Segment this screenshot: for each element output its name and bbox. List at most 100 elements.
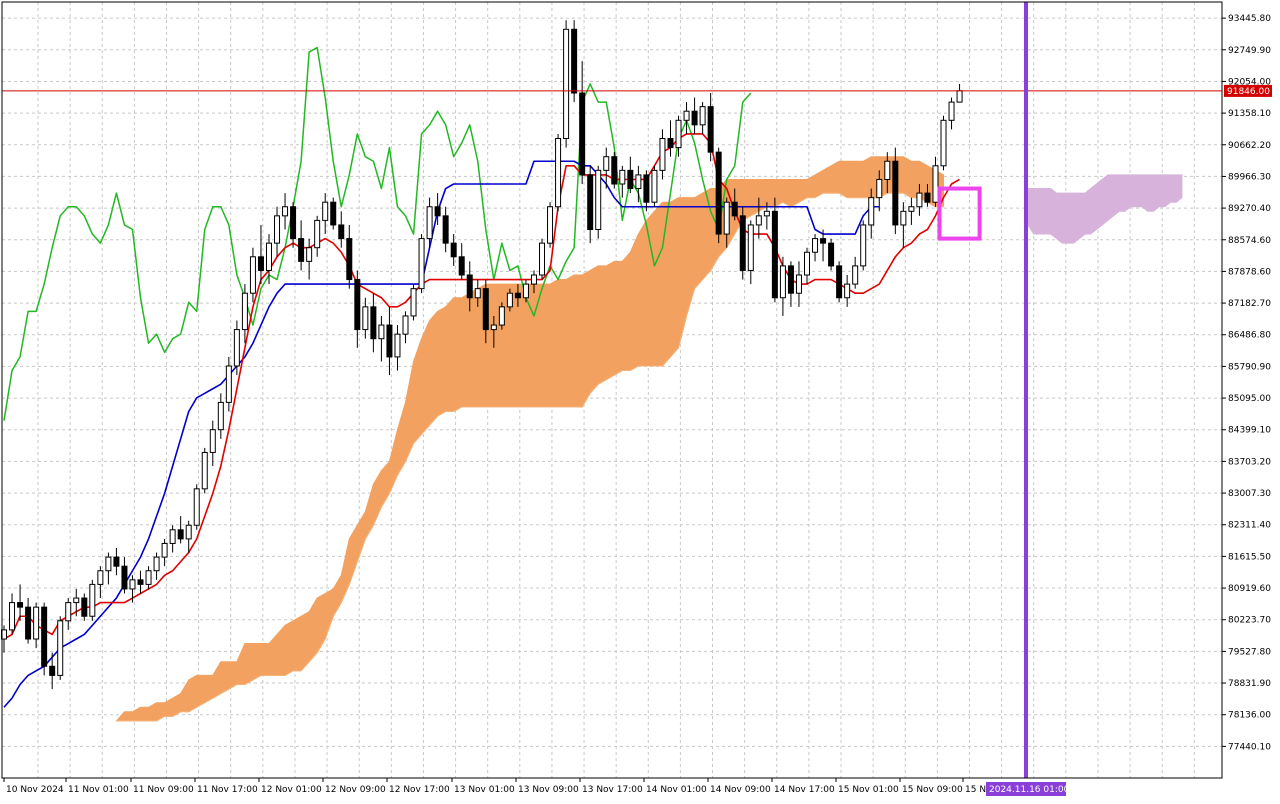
y-tick-label: 92749.90 <box>1228 46 1271 56</box>
candle-bull <box>948 101 955 121</box>
candle-bear <box>257 256 264 271</box>
candle-bull <box>274 215 281 244</box>
y-tick-label: 80223.70 <box>1228 616 1271 626</box>
y-tick-label: 83007.30 <box>1228 489 1271 499</box>
ichimoku-chart[interactable]: 93445.80 92749.90 92054.00 91358.10 90662.20… <box>0 0 1280 800</box>
candle-bull <box>394 333 401 358</box>
candle-bull <box>844 283 851 299</box>
current-price-tag: 91846.00 <box>1224 84 1272 97</box>
candle-bull <box>362 306 369 331</box>
cursor-time-tag: 2024.11.16 01:00 <box>986 782 1070 796</box>
candle-bear <box>442 215 449 244</box>
candle-bull <box>522 283 529 299</box>
candle-bear <box>346 238 353 281</box>
current-price-label: 91846.00 <box>1227 87 1270 97</box>
candle-bull <box>185 524 192 540</box>
x-tick-label: 13 Nov 09:00 <box>518 785 579 795</box>
candle-bull <box>89 583 96 617</box>
candle-bear <box>836 265 843 299</box>
candle-bull <box>747 224 754 271</box>
candle-bear <box>587 174 594 230</box>
candle-bear <box>17 602 24 608</box>
candle-bull <box>852 265 859 285</box>
candle-bear <box>386 324 393 358</box>
candle-bull <box>723 201 730 235</box>
candle-bull <box>490 324 497 331</box>
candle-bull <box>217 401 224 431</box>
candle-bull <box>916 192 923 208</box>
candle-bear <box>731 201 738 217</box>
candle-bear <box>370 306 377 340</box>
candle-bear <box>579 92 586 176</box>
candle-bear <box>290 206 297 240</box>
candle-bear <box>667 137 674 149</box>
x-tick-label: 11 Nov 17:00 <box>197 785 258 795</box>
candle-bull <box>33 606 40 640</box>
candle-bull <box>683 110 690 121</box>
x-tick-label: 14 Nov 09:00 <box>710 785 771 795</box>
candle-bull <box>812 238 819 253</box>
x-tick-label: 11 Nov 01:00 <box>68 785 129 795</box>
candle-bull <box>876 178 883 199</box>
x-tick-label: 10 Nov 2024 <box>6 785 64 795</box>
candle-bull <box>73 597 80 604</box>
candle-bear <box>41 606 48 667</box>
candle-bull <box>932 165 939 203</box>
y-tick-label: 87182.70 <box>1228 299 1271 309</box>
y-tick-label: 89270.40 <box>1228 204 1271 214</box>
candle-bear <box>715 151 722 235</box>
candle-bull <box>57 620 64 676</box>
candle-bull <box>940 119 947 167</box>
candle-bull <box>603 156 610 171</box>
chart-canvas[interactable]: 93445.8092749.9092054.0091358.1090662.20… <box>0 0 1280 800</box>
x-tick-label: 15 Nov 09:00 <box>902 785 963 795</box>
candle-bull <box>498 306 505 326</box>
candle-bear <box>81 597 88 617</box>
candle-bull <box>249 256 256 294</box>
candle-bear <box>771 210 778 299</box>
y-tick-label: 85790.90 <box>1228 362 1271 372</box>
candle-bear <box>330 201 337 226</box>
candle-bull <box>418 238 425 290</box>
candle-bull <box>555 137 562 208</box>
y-tick-label: 84399.10 <box>1228 426 1271 436</box>
candle-bull <box>651 169 658 203</box>
candle-bull <box>9 602 16 631</box>
y-tick-label: 77440.10 <box>1228 742 1271 752</box>
y-tick-label: 88574.60 <box>1228 236 1271 246</box>
candle-bull <box>129 579 136 590</box>
x-tick-label: 12 Nov 09:00 <box>325 785 386 795</box>
candle-bear <box>458 256 465 276</box>
candle-bull <box>153 556 160 572</box>
y-tick-label: 89966.30 <box>1228 172 1271 182</box>
candle-bear <box>121 565 128 590</box>
candle-bull <box>779 265 786 299</box>
candle-bear <box>820 238 827 244</box>
candle-bull <box>755 215 762 226</box>
y-tick-label: 86486.80 <box>1228 331 1271 341</box>
candle-bull <box>563 28 570 139</box>
candle-bear <box>137 579 144 585</box>
candle-bull <box>860 224 867 267</box>
candle-bear <box>828 242 835 267</box>
y-tick-label: 81615.50 <box>1228 552 1271 562</box>
candle-bull <box>105 556 112 572</box>
candle-bull <box>233 329 240 367</box>
candle-bear <box>892 160 899 226</box>
candle-bull <box>699 106 706 126</box>
candle-bull <box>282 206 289 217</box>
y-tick-label: 80919.60 <box>1228 584 1271 594</box>
candle-bull <box>161 542 168 558</box>
candle-bull <box>241 292 248 331</box>
candle-bull <box>884 160 891 180</box>
y-tick-label: 79527.80 <box>1228 647 1271 657</box>
candle-bull <box>530 274 537 285</box>
candle-bull <box>539 242 546 276</box>
candle-bull <box>908 206 915 212</box>
candle-bull <box>426 206 433 240</box>
candle-bull <box>675 119 682 149</box>
cursor-time-label: 2024.11.16 01:00 <box>989 785 1070 795</box>
candle-bear <box>691 110 698 126</box>
candle-bear <box>49 665 56 676</box>
candle-bull <box>410 288 417 317</box>
